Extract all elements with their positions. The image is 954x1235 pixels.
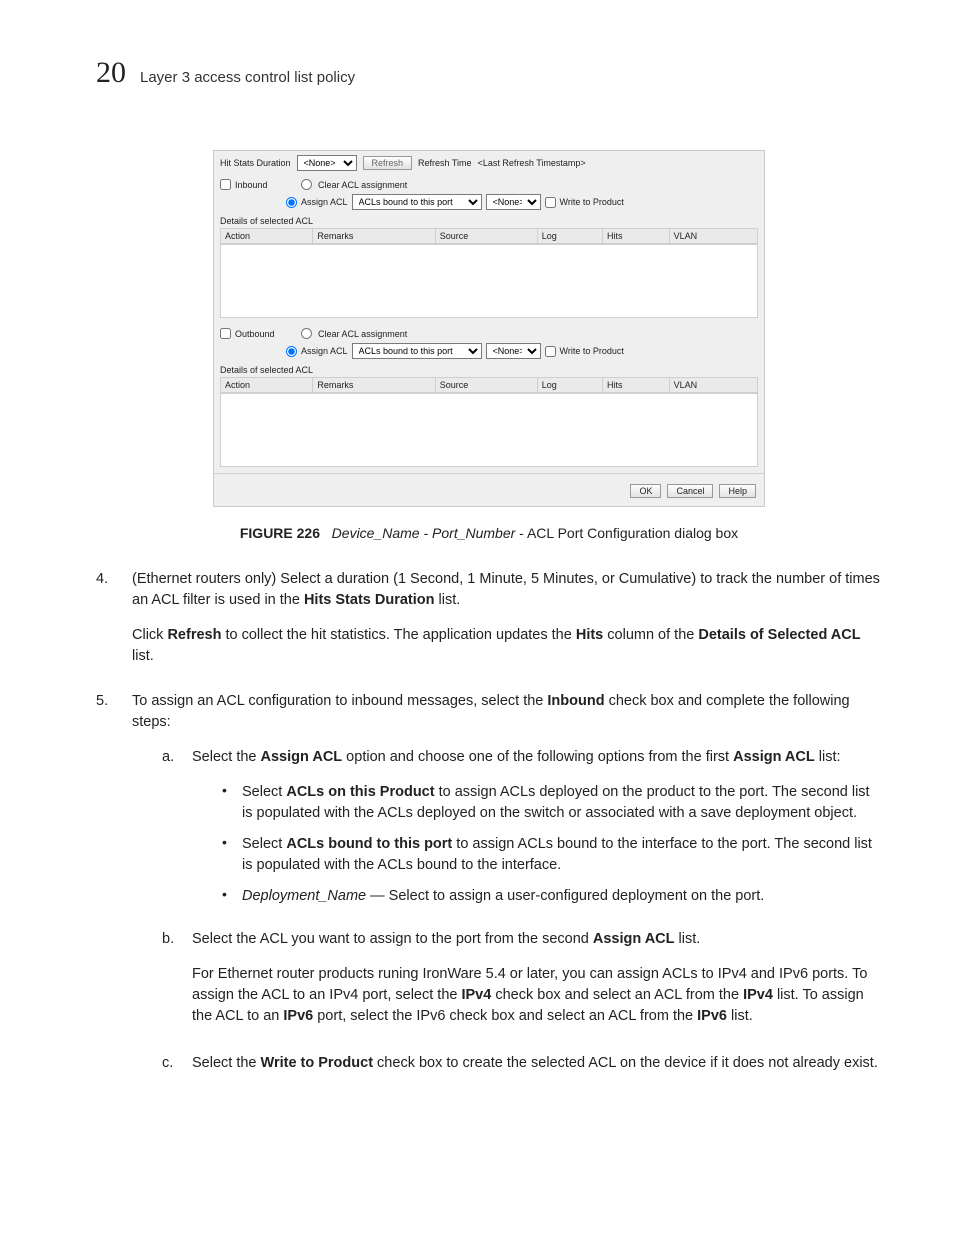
outbound-label: Outbound [235, 329, 275, 339]
outbound-col-source[interactable]: Source [435, 378, 537, 393]
dialog-button-row: OK Cancel Help [214, 473, 764, 506]
step-5c-marker: c. [162, 1053, 182, 1088]
step-5: 5. To assign an ACL configuration to inb… [96, 691, 882, 1100]
figure-label: FIGURE 226 [240, 525, 320, 541]
outbound-clear-acl-radio[interactable] [301, 328, 312, 339]
bullet-icon: • [222, 834, 230, 876]
inbound-col-vlan[interactable]: VLAN [669, 229, 757, 244]
hit-stats-duration-select[interactable]: <None> [297, 155, 357, 171]
acl-port-config-dialog-screenshot: Hit Stats Duration <None> Refresh Refres… [213, 150, 765, 507]
inbound-details-table: Action Remarks Source Log Hits VLAN [220, 228, 758, 244]
inbound-assign-acl-select-2[interactable]: <None> [486, 194, 541, 210]
chapter-number: 20 [96, 56, 126, 90]
inbound-clear-acl-label: Clear ACL assignment [318, 180, 407, 190]
bullet-icon: • [222, 782, 230, 824]
figure-caption-italic: Device_Name - Port_Number [332, 525, 516, 541]
inbound-clear-acl-radio[interactable] [301, 179, 312, 190]
outbound-checkbox[interactable] [220, 328, 231, 339]
step-5b-marker: b. [162, 929, 182, 1041]
help-button[interactable]: Help [719, 484, 756, 498]
inbound-label: Inbound [235, 180, 268, 190]
outbound-details-table-body[interactable] [220, 393, 758, 467]
inbound-assign-acl-label: Assign ACL [301, 197, 348, 207]
outbound-write-to-product-checkbox[interactable] [545, 346, 556, 357]
figure-caption: FIGURE 226 Device_Name - Port_Number - A… [96, 525, 882, 541]
step-5b: b. Select the ACL you want to assign to … [162, 929, 882, 1041]
inbound-assign-acl-select-1[interactable]: ACLs bound to this port [352, 194, 482, 210]
inbound-col-hits[interactable]: Hits [603, 229, 670, 244]
refresh-button[interactable]: Refresh [363, 156, 413, 170]
outbound-col-hits[interactable]: Hits [603, 378, 670, 393]
refresh-time-value: <Last Refresh Timestamp> [478, 158, 586, 168]
refresh-time-label: Refresh Time [418, 158, 472, 168]
ok-button[interactable]: OK [630, 484, 661, 498]
outbound-details-label: Details of selected ACL [214, 363, 764, 377]
content-body: 4. (Ethernet routers only) Select a dura… [96, 569, 882, 1100]
inbound-col-action[interactable]: Action [221, 229, 313, 244]
step-5a-bullet-3: • Deployment_Name — Select to assign a u… [222, 886, 882, 907]
inbound-details-table-body[interactable] [220, 244, 758, 318]
outbound-col-remarks[interactable]: Remarks [313, 378, 435, 393]
inbound-col-log[interactable]: Log [537, 229, 602, 244]
inbound-assign-acl-radio[interactable] [286, 197, 297, 208]
inbound-col-source[interactable]: Source [435, 229, 537, 244]
page-header: 20 Layer 3 access control list policy [96, 56, 882, 90]
step-4: 4. (Ethernet routers only) Select a dura… [96, 569, 882, 681]
outbound-assign-acl-select-1[interactable]: ACLs bound to this port [352, 343, 482, 359]
bullet-icon: • [222, 886, 230, 907]
outbound-write-to-product-label: Write to Product [560, 346, 624, 356]
inbound-checkbox[interactable] [220, 179, 231, 190]
step-5c: c. Select the Write to Product check box… [162, 1053, 882, 1088]
step-5a-bullet-1: • Select ACLs on this Product to assign … [222, 782, 882, 824]
inbound-write-to-product-label: Write to Product [560, 197, 624, 207]
cancel-button[interactable]: Cancel [667, 484, 713, 498]
inbound-write-to-product-checkbox[interactable] [545, 197, 556, 208]
hit-stats-duration-label: Hit Stats Duration [220, 158, 291, 168]
outbound-col-vlan[interactable]: VLAN [669, 378, 757, 393]
outbound-assign-acl-label: Assign ACL [301, 346, 348, 356]
outbound-details-table: Action Remarks Source Log Hits VLAN [220, 377, 758, 393]
step-5a: a. Select the Assign ACL option and choo… [162, 747, 882, 917]
inbound-col-remarks[interactable]: Remarks [313, 229, 435, 244]
step-5-marker: 5. [96, 691, 122, 1100]
step-5a-bullet-2: • Select ACLs bound to this port to assi… [222, 834, 882, 876]
outbound-assign-acl-radio[interactable] [286, 346, 297, 357]
step-4-marker: 4. [96, 569, 122, 681]
step-5a-marker: a. [162, 747, 182, 917]
outbound-assign-acl-select-2[interactable]: <None> [486, 343, 541, 359]
header-title: Layer 3 access control list policy [140, 69, 355, 86]
outbound-col-log[interactable]: Log [537, 378, 602, 393]
inbound-details-label: Details of selected ACL [214, 214, 764, 228]
outbound-clear-acl-label: Clear ACL assignment [318, 329, 407, 339]
outbound-col-action[interactable]: Action [221, 378, 313, 393]
figure-caption-tail: - ACL Port Configuration dialog box [515, 525, 738, 541]
